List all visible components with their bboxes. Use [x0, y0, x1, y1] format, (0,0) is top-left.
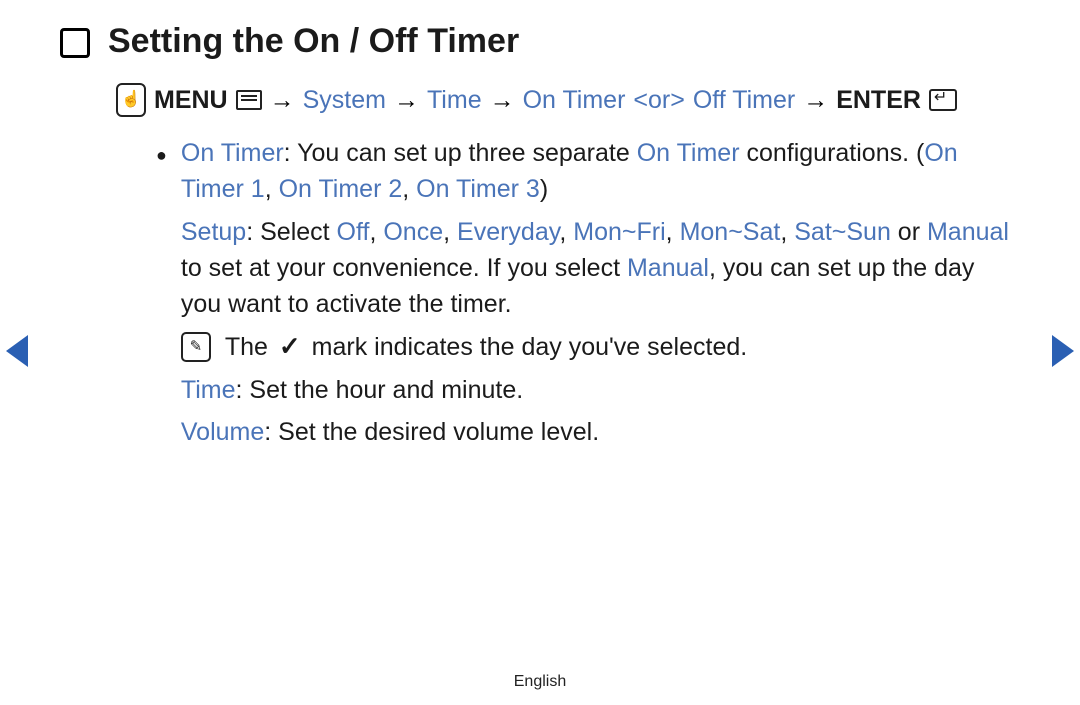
breadcrumb-arrow: → — [394, 86, 419, 115]
opt-monsat: Mon~Sat — [680, 218, 781, 246]
breadcrumb-arrow: → — [490, 86, 515, 115]
opt-off: Off — [337, 218, 370, 246]
volume-text: : Set the desired volume level. — [264, 418, 599, 446]
time-label: Time — [181, 376, 236, 404]
page-title: Setting the On / Off Timer — [108, 22, 519, 61]
ontimer-label: On Timer — [181, 139, 284, 167]
comma: , — [369, 218, 383, 246]
bullet-icon: ● — [156, 142, 167, 450]
time-text: : Set the hour and minute. — [236, 376, 524, 404]
menu-icon — [236, 90, 262, 110]
breadcrumb-ontimer: On Timer — [523, 86, 626, 115]
setup-label: Setup — [181, 218, 246, 246]
note-row: ✎ The ✓ mark indicates the day you've se… — [181, 328, 1020, 366]
breadcrumb-enter: ENTER — [836, 86, 921, 115]
opt-monfri: Mon~Fri — [573, 218, 665, 246]
text: to set at your convenience. If you selec… — [181, 254, 627, 282]
breadcrumb-arrow: → — [270, 86, 295, 115]
bullet-text: On Timer: You can set up three separate … — [181, 135, 1020, 450]
enter-icon — [929, 89, 957, 111]
breadcrumb-system: System — [303, 86, 386, 115]
section-box-icon — [60, 28, 90, 58]
nav-next-icon[interactable] — [1052, 335, 1074, 367]
comma: , — [780, 218, 794, 246]
ontimer-2: On Timer 2 — [279, 175, 403, 203]
footer-language: English — [0, 673, 1080, 691]
comma: , — [559, 218, 573, 246]
note-post: mark indicates the day you've selected. — [305, 333, 748, 361]
comma: , — [265, 175, 279, 203]
volume-label: Volume — [181, 418, 264, 446]
or-text: or — [891, 218, 927, 246]
close-paren: ) — [540, 175, 548, 203]
note-icon: ✎ — [181, 332, 211, 362]
breadcrumb: ☝ MENU → System → Time → On Timer <or> O… — [116, 83, 1020, 117]
breadcrumb-time: Time — [427, 86, 482, 115]
comma: , — [443, 218, 457, 246]
comma: , — [402, 175, 416, 203]
opt-manual: Manual — [927, 218, 1009, 246]
check-icon: ✓ — [279, 331, 301, 361]
note-pre: The — [225, 333, 275, 361]
nav-prev-icon[interactable] — [6, 335, 28, 367]
opt-manual-2: Manual — [627, 254, 709, 282]
note-text: The ✓ mark indicates the day you've sele… — [225, 328, 747, 366]
opt-everyday: Everyday — [457, 218, 559, 246]
breadcrumb-arrow: → — [803, 86, 828, 115]
body-content: ● On Timer: You can set up three separat… — [156, 135, 1020, 450]
time-line: Time: Set the hour and minute. — [181, 372, 1020, 408]
remote-hand-icon: ☝ — [116, 83, 146, 117]
text: : You can set up three separate — [284, 139, 637, 167]
ontimer-ref: On Timer — [637, 139, 740, 167]
setup-line: Setup: Select Off, Once, Everyday, Mon~F… — [181, 214, 1020, 323]
comma: , — [666, 218, 680, 246]
opt-once: Once — [383, 218, 443, 246]
bullet-item: ● On Timer: You can set up three separat… — [156, 135, 1020, 450]
breadcrumb-or: <or> — [633, 86, 684, 115]
ontimer-3: On Timer 3 — [416, 175, 540, 203]
volume-line: Volume: Set the desired volume level. — [181, 414, 1020, 450]
title-row: Setting the On / Off Timer — [60, 22, 1020, 61]
text: configurations. ( — [740, 139, 925, 167]
breadcrumb-offtimer: Off Timer — [693, 86, 795, 115]
breadcrumb-menu: MENU — [154, 86, 228, 115]
opt-satsun: Sat~Sun — [794, 218, 891, 246]
text: : Select — [246, 218, 336, 246]
